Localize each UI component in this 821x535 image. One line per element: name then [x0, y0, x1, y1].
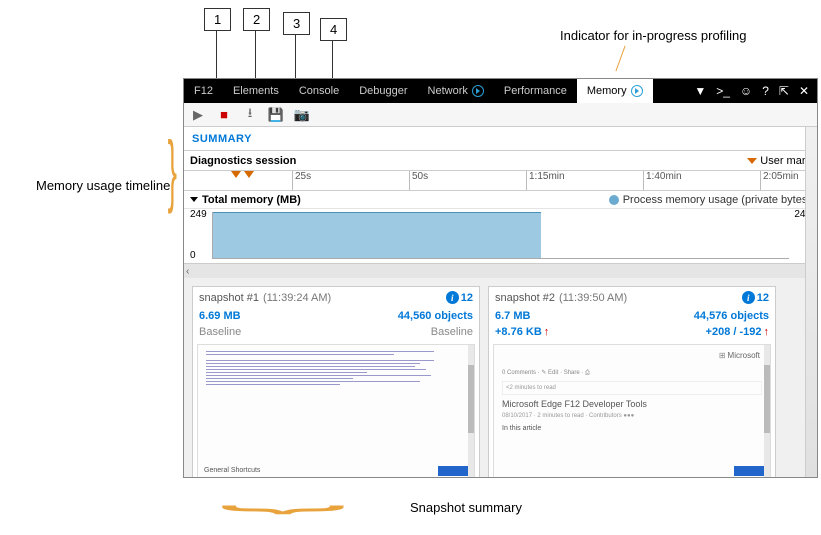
tab-network[interactable]: Network	[418, 79, 494, 103]
tab-console[interactable]: Console	[289, 79, 349, 103]
chart-scrollbar[interactable]: ‹›	[184, 264, 817, 278]
snapshot-objects-link[interactable]: 44,576 objects	[694, 310, 769, 322]
tab-performance[interactable]: Performance	[494, 79, 577, 103]
toolbar: ▶ ■ ⭳ 💾 📷	[184, 103, 817, 127]
snapshot-size-link[interactable]: 6.7 MB	[495, 310, 530, 322]
dropdown-icon[interactable]: ▼	[694, 84, 706, 98]
tick: 25s	[292, 171, 311, 190]
window-scrollbar[interactable]	[805, 127, 817, 477]
snapshot-delta-size: Baseline	[199, 326, 241, 338]
feedback-icon[interactable]: ☺	[740, 84, 752, 98]
timeline-label: Memory usage timeline	[36, 178, 170, 193]
tab-debugger[interactable]: Debugger	[349, 79, 417, 103]
import-button[interactable]: ⭳	[242, 107, 258, 123]
pin-icon[interactable]: ⇱	[779, 84, 789, 98]
snapshot-camera-button[interactable]: 📷	[294, 107, 310, 123]
stop-button[interactable]: ■	[216, 107, 232, 123]
summary-header: SUMMARY	[184, 127, 817, 151]
user-mark-legend: User mark	[747, 155, 811, 167]
user-mark-icon	[244, 171, 254, 178]
snapshot-card: snapshot #2 (11:39:50 AM) 12 6.7 MB 44,5…	[488, 286, 776, 477]
tab-elements[interactable]: Elements	[223, 79, 289, 103]
export-button[interactable]: 💾	[268, 107, 284, 123]
memory-chart[interactable]: 249 0 249 0	[184, 209, 817, 264]
play-indicator-icon	[472, 85, 484, 97]
callout-1: 1	[204, 8, 231, 31]
snapshot-time: (11:39:24 AM)	[263, 292, 331, 304]
callout-2: 2	[243, 8, 270, 31]
snapshot-delta-objects: Baseline	[431, 326, 473, 338]
close-icon[interactable]: ✕	[799, 84, 809, 98]
snapshot-preview[interactable]: Microsoft 0 Comments · ✎ Edit · Share · …	[493, 344, 771, 477]
tick: 50s	[409, 171, 428, 190]
snapshot-delta-objects-link[interactable]: +208 / -192↑	[706, 326, 769, 338]
user-mark-icon	[231, 171, 241, 178]
snapshot-title: snapshot #1	[199, 292, 259, 304]
snapshot-info-button[interactable]: 12	[446, 291, 473, 304]
snapshot-preview[interactable]: General Shortcuts	[197, 344, 475, 477]
snapshot-objects-link[interactable]: 44,560 objects	[398, 310, 473, 322]
callout-3: 3	[283, 12, 310, 35]
tab-memory[interactable]: Memory	[577, 79, 653, 103]
snapshot-info-button[interactable]: 12	[742, 291, 769, 304]
memory-header[interactable]: Total memory (MB) Process memory usage (…	[184, 191, 817, 209]
collapse-icon[interactable]	[190, 194, 202, 206]
up-arrow-icon: ↑	[544, 326, 550, 338]
snapshot-time: (11:39:50 AM)	[559, 292, 627, 304]
devtools-panel: F12 Elements Console Debugger Network Pe…	[183, 78, 818, 478]
console-icon[interactable]: >_	[716, 84, 730, 98]
play-indicator-icon	[631, 85, 643, 97]
snapshot-delta-size-link[interactable]: +8.76 KB↑	[495, 326, 549, 338]
snapshot-size-link[interactable]: 6.69 MB	[199, 310, 241, 322]
tab-f12[interactable]: F12	[184, 79, 223, 103]
help-icon[interactable]: ?	[762, 84, 769, 98]
tick: 1:15min	[526, 171, 565, 190]
timeline-ruler[interactable]: 25s 50s 1:15min 1:40min 2:05min	[184, 171, 817, 191]
up-arrow-icon: ↑	[764, 326, 770, 338]
callout-4: 4	[320, 18, 347, 41]
snapshot-card: snapshot #1 (11:39:24 AM) 12 6.69 MB 44,…	[192, 286, 480, 477]
diagnostics-header: Diagnostics session User mark	[184, 151, 817, 171]
indicator-label: Indicator for in-progress profiling	[560, 28, 746, 43]
snapshots-container: snapshot #1 (11:39:24 AM) 12 6.69 MB 44,…	[184, 278, 817, 477]
snapshot-title: snapshot #2	[495, 292, 555, 304]
chart-area-fill	[213, 212, 541, 258]
tick: 2:05min	[760, 171, 799, 190]
snapshot-summary-label: Snapshot summary	[410, 500, 522, 515]
microsoft-logo-icon: Microsoft	[719, 351, 760, 360]
memory-legend: Process memory usage (private bytes)	[609, 194, 811, 206]
tick: 1:40min	[643, 171, 682, 190]
play-button[interactable]: ▶	[190, 107, 206, 123]
tab-bar: F12 Elements Console Debugger Network Pe…	[184, 79, 817, 103]
